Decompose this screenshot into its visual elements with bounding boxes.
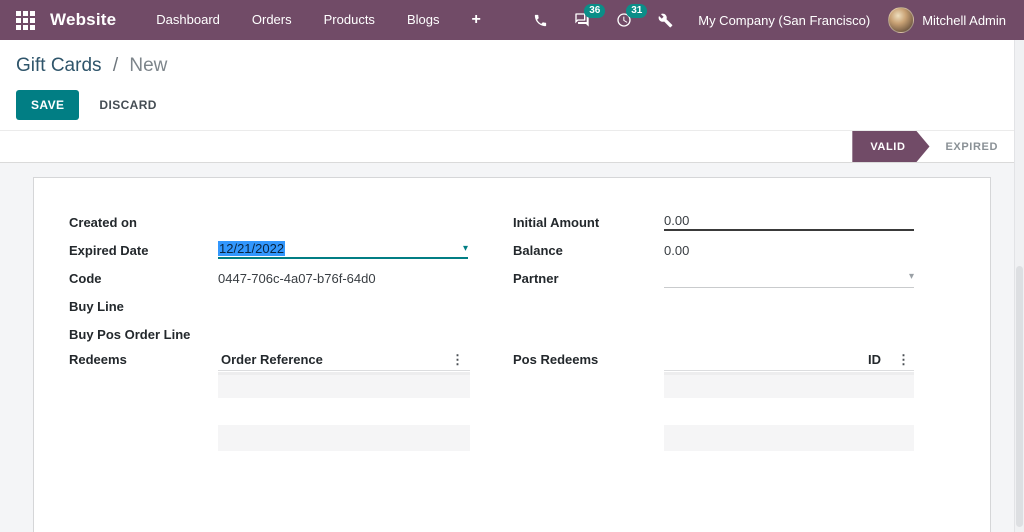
expired-date-input[interactable]: 12/21/2022 ▾ xyxy=(218,241,468,259)
created-on-label: Created on xyxy=(69,214,137,230)
redeems-row-placeholder xyxy=(218,425,470,451)
messages-badge: 36 xyxy=(584,4,606,18)
buy-line-label: Buy Line xyxy=(69,298,124,314)
breadcrumb-gift-cards[interactable]: Gift Cards xyxy=(16,55,102,76)
new-content-plus-icon[interactable]: + xyxy=(455,11,496,29)
optional-columns-kebab-icon[interactable]: ⋮ xyxy=(451,353,464,366)
buy-pos-order-line-label: Buy Pos Order Line xyxy=(69,326,191,342)
expired-date-value: 12/21/2022 xyxy=(218,241,286,256)
initial-amount-label: Initial Amount xyxy=(513,214,600,230)
balance-label: Balance xyxy=(513,242,563,258)
activities-badge: 31 xyxy=(626,4,648,18)
nav-item-dashboard[interactable]: Dashboard xyxy=(140,0,236,40)
pos-redeems-row-placeholder xyxy=(664,425,914,451)
redeems-row-gap xyxy=(218,398,470,424)
order-reference-column-header[interactable]: Order Reference xyxy=(221,352,323,367)
status-valid[interactable]: VALID xyxy=(852,131,929,162)
field-buy-pos-order-line: Buy Pos Order Line xyxy=(69,320,513,348)
action-buttons: SAVE DISCARD xyxy=(16,90,1008,120)
form-view-background: Created on Expired Date 12/21/2022 ▾ Cod… xyxy=(0,163,1024,532)
user-menu[interactable]: Mitchell Admin xyxy=(922,13,1006,28)
save-button[interactable]: SAVE xyxy=(16,90,80,120)
code-value: 0447-706c-4a07-b76f-64d0 xyxy=(218,270,376,286)
field-code: Code 0447-706c-4a07-b76f-64d0 xyxy=(69,264,513,292)
nav-item-blogs[interactable]: Blogs xyxy=(391,0,456,40)
nav-item-orders[interactable]: Orders xyxy=(236,0,308,40)
activities-clock-icon[interactable]: 31 xyxy=(616,4,648,28)
pos-redeems-row-placeholder xyxy=(664,372,914,398)
pos-redeems-table: ID ⋮ xyxy=(664,348,914,451)
phone-icon[interactable] xyxy=(533,13,548,28)
company-switcher[interactable]: My Company (San Francisco) xyxy=(698,13,870,28)
pos-redeems-label: Pos Redeems xyxy=(513,352,599,367)
redeems-table: Order Reference ⋮ xyxy=(218,348,470,451)
field-expired-date: Expired Date 12/21/2022 ▾ xyxy=(69,236,513,264)
top-navbar: Website Dashboard Orders Products Blogs … xyxy=(0,0,1024,40)
pos-redeems-row-gap xyxy=(664,398,914,424)
nav-item-products[interactable]: Products xyxy=(308,0,391,40)
datepicker-caret-icon[interactable]: ▾ xyxy=(463,243,468,254)
tools-wrench-icon[interactable] xyxy=(658,13,673,28)
discard-button[interactable]: DISCARD xyxy=(99,98,156,112)
expired-date-label: Expired Date xyxy=(69,242,149,258)
field-initial-amount: Initial Amount 0.00 xyxy=(513,208,917,236)
code-label: Code xyxy=(69,270,102,286)
partner-label: Partner xyxy=(513,270,559,286)
initial-amount-input[interactable]: 0.00 xyxy=(664,213,914,231)
breadcrumb-separator: / xyxy=(112,55,119,76)
form-sheet: Created on Expired Date 12/21/2022 ▾ Cod… xyxy=(33,177,991,532)
field-balance: Balance 0.00 xyxy=(513,236,917,264)
redeems-row-placeholder xyxy=(218,372,470,398)
redeems-label: Redeems xyxy=(69,352,127,367)
messages-icon[interactable]: 36 xyxy=(574,4,606,28)
breadcrumb-current: New xyxy=(129,55,168,76)
app-brand[interactable]: Website xyxy=(50,10,116,30)
partner-input[interactable]: ▾ xyxy=(664,269,914,288)
field-partner: Partner ▾ xyxy=(513,264,917,292)
status-expired[interactable]: EXPIRED xyxy=(930,131,1013,162)
apps-grid-icon[interactable] xyxy=(16,10,35,30)
user-avatar[interactable] xyxy=(888,7,915,33)
scrollbar-thumb[interactable] xyxy=(1016,266,1023,528)
id-column-header[interactable]: ID xyxy=(868,352,881,367)
control-panel: Gift Cards / New SAVE DISCARD xyxy=(0,40,1024,130)
balance-value: 0.00 xyxy=(664,242,690,258)
partner-dropdown-caret-icon[interactable]: ▾ xyxy=(909,272,914,282)
field-created-on: Created on xyxy=(69,208,513,236)
field-redeems: Redeems Order Reference ⋮ xyxy=(69,348,513,451)
vertical-scrollbar[interactable] xyxy=(1014,40,1024,532)
optional-columns-kebab-icon[interactable]: ⋮ xyxy=(897,353,910,366)
breadcrumb: Gift Cards / New xyxy=(16,54,1008,78)
field-buy-line: Buy Line xyxy=(69,292,513,320)
statusbar: VALID EXPIRED xyxy=(0,130,1024,163)
redeems-table-header: Order Reference ⋮ xyxy=(218,348,470,371)
pos-redeems-table-header: ID ⋮ xyxy=(664,348,914,371)
field-pos-redeems: Pos Redeems ID ⋮ xyxy=(513,348,917,451)
